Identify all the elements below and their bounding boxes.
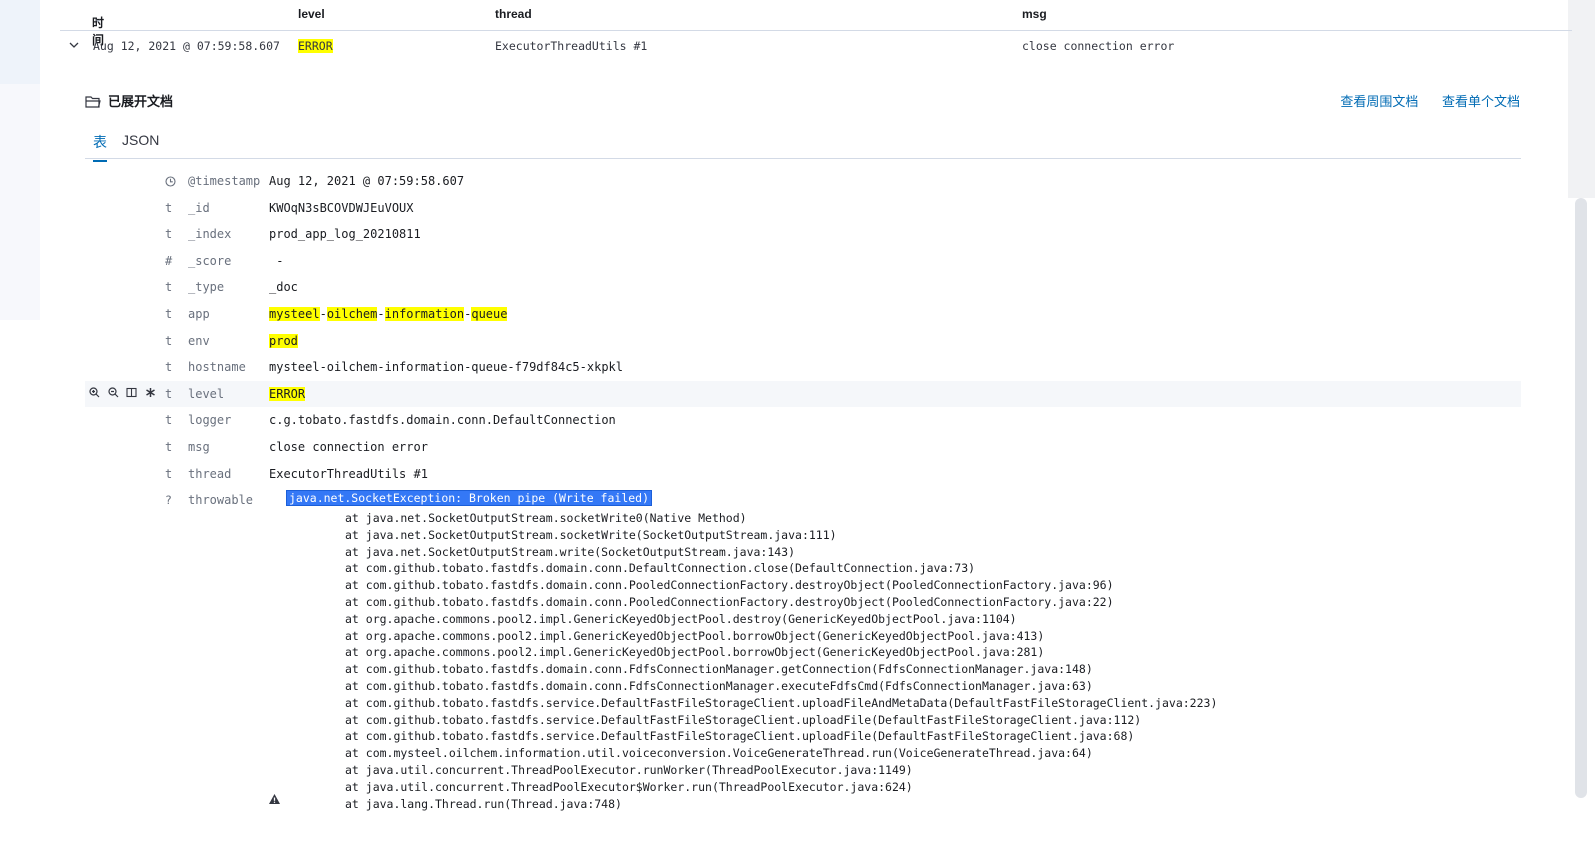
row-msg: close connection error xyxy=(1022,39,1175,53)
number-type-icon: # xyxy=(165,253,173,268)
field-value: ExecutorThreadUtils #1 xyxy=(269,466,428,481)
tab-json[interactable]: JSON xyxy=(122,132,159,156)
string-type-icon: t xyxy=(165,386,173,401)
field-name: _id xyxy=(188,200,210,215)
view-single-document-link[interactable]: 查看单个文档 xyxy=(1442,94,1520,109)
string-type-icon: t xyxy=(165,360,173,375)
expanded-document-label: 已展开文档 xyxy=(108,94,174,109)
field-row-app: t app mysteel-oilchem-information-queue xyxy=(85,301,1521,328)
field-row-env: t env prod xyxy=(85,328,1521,355)
field-value: - xyxy=(269,253,284,268)
field-name: _type xyxy=(188,280,225,295)
field-row-hostname: t hostname mysteel-oilchem-information-q… xyxy=(85,354,1521,381)
field-row-thread: t thread ExecutorThreadUtils #1 xyxy=(85,461,1521,488)
highlight-term: oilchem xyxy=(326,306,378,321)
field-value: close connection error xyxy=(269,439,428,454)
left-panel-strip-lower xyxy=(0,84,40,320)
doc-view-tabs: 表 JSON xyxy=(85,126,1521,162)
left-panel-strip xyxy=(0,0,40,84)
field-row-score: # _score - xyxy=(85,248,1521,275)
unknown-type-icon: ? xyxy=(165,493,172,507)
field-name: env xyxy=(188,333,210,348)
field-name: _score xyxy=(188,253,232,268)
field-value: prod_app_log_20210811 xyxy=(269,227,421,242)
field-name: level xyxy=(188,386,225,401)
table-row[interactable]: Aug 12, 2021 @ 07:59:58.607 ERROR Execut… xyxy=(60,30,1572,64)
column-header-msg[interactable]: msg xyxy=(1022,7,1047,21)
filter-exists-icon[interactable] xyxy=(145,387,156,398)
field-name: app xyxy=(188,306,210,321)
field-name: thread xyxy=(188,466,232,481)
row-thread: ExecutorThreadUtils #1 xyxy=(495,39,648,53)
field-row-id: t _id KWOqN3sBCOVDWJEuVOUX xyxy=(85,195,1521,222)
warning-icon xyxy=(269,794,280,804)
string-type-icon: t xyxy=(165,280,173,295)
field-row-timestamp: @timestamp Aug 12, 2021 @ 07:59:58.607 xyxy=(85,168,1521,195)
field-table: @timestamp Aug 12, 2021 @ 07:59:58.607 t… xyxy=(85,168,1521,487)
string-type-icon: t xyxy=(165,333,173,348)
scrollbar-thumb[interactable] xyxy=(1575,198,1587,798)
scrollbar-track-upper xyxy=(1568,0,1595,198)
view-surrounding-documents-link[interactable]: 查看周围文档 xyxy=(1340,94,1418,109)
field-row-level[interactable]: t level ERROR xyxy=(85,380,1521,408)
document-links: 查看周围文档 查看单个文档 xyxy=(1320,91,1520,110)
table-header: 时间 ⌄ level thread msg xyxy=(60,0,1572,47)
sort-down-icon[interactable]: ⌄ xyxy=(94,14,102,25)
column-header-level[interactable]: level xyxy=(298,7,325,21)
toggle-column-icon[interactable] xyxy=(126,387,137,398)
zoom-in-icon[interactable] xyxy=(89,387,100,398)
field-row-index: t _index prod_app_log_20210811 xyxy=(85,221,1521,248)
row-time: Aug 12, 2021 @ 07:59:58.607 xyxy=(93,39,280,53)
field-value: prod xyxy=(269,333,298,348)
field-value: mysteel-oilchem-information-queue-f79df8… xyxy=(269,360,624,375)
string-type-icon: t xyxy=(165,200,173,215)
string-type-icon: t xyxy=(165,306,173,321)
string-type-icon: t xyxy=(165,413,173,428)
field-value: _doc xyxy=(269,280,298,295)
field-name: @timestamp xyxy=(188,174,261,188)
highlight-term: information xyxy=(384,306,465,321)
field-name: msg xyxy=(188,439,210,454)
field-row-type: t _type _doc xyxy=(85,274,1521,301)
highlight-term: mysteel xyxy=(269,306,320,321)
field-value: ERROR xyxy=(269,386,306,401)
clock-icon xyxy=(165,176,176,187)
separator: - xyxy=(319,306,327,321)
stack-trace[interactable]: at java.net.SocketOutputStream.socketWri… xyxy=(345,510,1217,812)
field-value: c.g.tobato.fastdfs.domain.conn.DefaultCo… xyxy=(269,413,616,428)
tab-table[interactable]: 表 xyxy=(93,132,107,162)
string-type-icon: t xyxy=(165,227,173,242)
field-row-msg: t msg close connection error xyxy=(85,434,1521,461)
zoom-out-icon[interactable] xyxy=(108,387,119,398)
field-value: mysteel-oilchem-information-queue xyxy=(269,306,508,321)
column-header-thread[interactable]: thread xyxy=(495,7,532,21)
string-type-icon: t xyxy=(165,466,173,481)
field-actions xyxy=(89,387,156,401)
string-type-icon: t xyxy=(165,439,173,454)
chevron-down-icon[interactable] xyxy=(68,39,80,51)
separator: - xyxy=(377,306,385,321)
selected-exception-text[interactable]: java.net.SocketException: Broken pipe (W… xyxy=(285,490,653,506)
field-value: Aug 12, 2021 @ 07:59:58.607 xyxy=(269,174,465,188)
field-name: _index xyxy=(188,227,232,242)
expanded-document-title: 已展开文档 xyxy=(85,91,173,110)
highlight-term: queue xyxy=(471,306,508,321)
row-level: ERROR xyxy=(298,39,333,53)
field-name: logger xyxy=(188,413,232,428)
field-name: hostname xyxy=(188,360,246,375)
folder-open-icon xyxy=(85,96,101,108)
field-value: KWOqN3sBCOVDWJEuVOUX xyxy=(269,200,414,215)
field-name: throwable xyxy=(188,493,254,507)
field-row-logger: t logger c.g.tobato.fastdfs.domain.conn.… xyxy=(85,407,1521,434)
